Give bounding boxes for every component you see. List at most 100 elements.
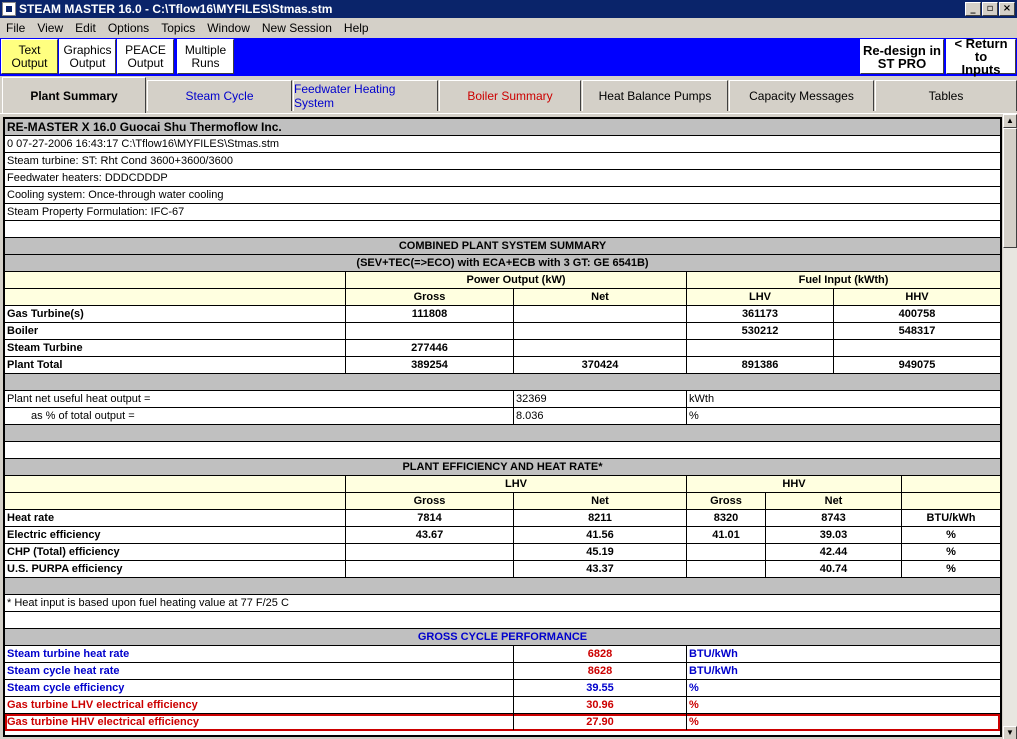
hhv-header: HHV (833, 289, 1000, 305)
table-row: Steam cycle heat rate 8628 BTU/kWh (5, 663, 1000, 680)
row-label: U.S. PURPA efficiency (7, 563, 123, 575)
unit-value: % (901, 544, 1000, 560)
tab-capacity-messages[interactable]: Capacity Messages (729, 80, 874, 111)
graphics-output-button[interactable]: Graphics Output (59, 39, 116, 74)
hhv-gross-value: 8320 (686, 510, 765, 526)
lhv-gross-value (345, 544, 513, 560)
fuel-input-header: Fuel Input (kWth) (686, 272, 1000, 288)
row-label: Electric efficiency (7, 529, 101, 541)
heat-output-unit: kWth (686, 391, 1000, 407)
gross-value (345, 323, 513, 339)
section-title-row: GROSS CYCLE PERFORMANCE (5, 629, 1000, 646)
table-row: Steam Turbine 277446 (5, 340, 1000, 357)
separator-row (5, 425, 1000, 442)
report-steam-turbine: Steam turbine: ST: Rht Cond 3600+3600/36… (7, 155, 233, 167)
hhv-value (833, 340, 1000, 356)
hhv-net-value: 39.03 (765, 527, 901, 543)
report-info-row: Steam turbine: ST: Rht Cond 3600+3600/36… (5, 153, 1000, 170)
content-area: RE-MASTER X 16.0 Guocai Shu Thermoflow I… (0, 113, 1017, 739)
tab-bar: Plant Summary Steam Cycle Feedwater Heat… (0, 77, 1017, 113)
redesign-st-pro-button[interactable]: Re-design in ST PRO (860, 39, 944, 74)
lhv-net-value: 43.37 (513, 561, 686, 577)
lhv-value: 530212 (686, 323, 833, 339)
text-output-button[interactable]: Text Output (1, 39, 58, 74)
report-header-row: RE-MASTER X 16.0 Guocai Shu Thermoflow I… (5, 119, 1000, 136)
app-icon (2, 2, 16, 16)
section-subtitle-row: (SEV+TEC(=>ECO) with ECA+ECB with 3 GT: … (5, 255, 1000, 272)
blank-row (5, 221, 1000, 238)
tab-boiler-summary[interactable]: Boiler Summary (439, 80, 581, 111)
table-subheader-row: Gross Net Gross Net (5, 493, 1000, 510)
power-output-header: Power Output (kW) (345, 272, 686, 288)
menu-window[interactable]: Window (201, 21, 256, 35)
row-label: Plant Total (7, 359, 63, 371)
report-info-row: Steam Property Formulation: IFC-67 (5, 204, 1000, 221)
gross-header: Gross (345, 289, 513, 305)
multiple-runs-button[interactable]: Multiple Runs (177, 39, 234, 74)
menu-edit[interactable]: Edit (69, 21, 102, 35)
menu-view[interactable]: View (31, 21, 69, 35)
net-value: 370424 (513, 357, 686, 373)
row-unit: % (686, 714, 1000, 730)
unit-value: % (901, 527, 1000, 543)
section-title-row: COMBINED PLANT SYSTEM SUMMARY (5, 238, 1000, 255)
row-value: 6828 (513, 646, 686, 662)
separator-row (5, 374, 1000, 391)
pct-output-value: 8.036 (513, 408, 686, 424)
hhv-group-header: HHV (686, 476, 901, 492)
scroll-up-icon[interactable]: ▲ (1003, 114, 1017, 128)
row-value: 8628 (513, 663, 686, 679)
net-value (513, 340, 686, 356)
scroll-down-icon[interactable]: ▼ (1003, 726, 1017, 739)
return-to-inputs-button[interactable]: < Return to Inputs (946, 37, 1016, 76)
close-button[interactable]: × (999, 2, 1015, 16)
hhv-gross-value (686, 561, 765, 577)
report-info-row: 0 07-27-2006 16:43:17 C:\Tflow16\MYFILES… (5, 136, 1000, 153)
vertical-scrollbar[interactable]: ▲ ▼ (1003, 114, 1017, 739)
lhv-net-value: 8211 (513, 510, 686, 526)
report-info-row: Cooling system: Once-through water cooli… (5, 187, 1000, 204)
lhv-gross-value: 43.67 (345, 527, 513, 543)
table-row: Steam cycle efficiency 39.55 % (5, 680, 1000, 697)
hhv-net-value: 42.44 (765, 544, 901, 560)
table-row: Electric efficiency 43.67 41.56 41.01 39… (5, 527, 1000, 544)
row-label: Gas turbine HHV electrical efficiency (7, 716, 199, 728)
tab-feedwater-heating-system[interactable]: Feedwater Heating System (293, 80, 438, 111)
minimize-button[interactable]: _ (965, 2, 981, 16)
menu-file[interactable]: File (0, 21, 31, 35)
row-label: Gas Turbine(s) (7, 308, 84, 320)
heat-output-value: 32369 (513, 391, 686, 407)
toolbar: Text Output Graphics Output PEACE Output… (0, 37, 1017, 76)
combined-summary-title: COMBINED PLANT SYSTEM SUMMARY (398, 240, 607, 252)
table-row: U.S. PURPA efficiency 43.37 40.74 % (5, 561, 1000, 578)
net-header: Net (513, 289, 686, 305)
unit-value: BTU/kWh (901, 510, 1000, 526)
table-row: Gas turbine LHV electrical efficiency 30… (5, 697, 1000, 714)
lhv-value: 361173 (686, 306, 833, 322)
tab-heat-balance-pumps[interactable]: Heat Balance Pumps (582, 80, 728, 111)
lhv-net-value: 41.56 (513, 527, 686, 543)
gross-value: 111808 (345, 306, 513, 322)
peace-output-button[interactable]: PEACE Output (117, 39, 174, 74)
tab-tables[interactable]: Tables (875, 80, 1017, 111)
blank-row (5, 442, 1000, 459)
restore-button[interactable]: ▫ (982, 2, 998, 16)
menu-topics[interactable]: Topics (155, 21, 201, 35)
lhv-gross-value: 7814 (345, 510, 513, 526)
row-label: Steam turbine heat rate (7, 648, 130, 660)
lhv-group-header: LHV (345, 476, 686, 492)
table-row-highlighted[interactable]: Gas turbine HHV electrical efficiency 27… (5, 714, 1000, 731)
row-value: 39.55 (513, 680, 686, 696)
lhv-net-header: Net (513, 493, 686, 509)
report-info-row: Feedwater heaters: DDDCDDDP (5, 170, 1000, 187)
row-label: Steam cycle efficiency (7, 682, 125, 694)
scroll-thumb[interactable] (1003, 128, 1017, 248)
hhv-gross-value: 41.01 (686, 527, 765, 543)
row-unit: % (686, 697, 1000, 713)
window-title: STEAM MASTER 16.0 - C:\Tflow16\MYFILES\S… (19, 2, 333, 16)
menu-help[interactable]: Help (338, 21, 375, 35)
menu-options[interactable]: Options (102, 21, 155, 35)
tab-plant-summary[interactable]: Plant Summary (2, 77, 146, 113)
menu-new-session[interactable]: New Session (256, 21, 338, 35)
tab-steam-cycle[interactable]: Steam Cycle (147, 80, 292, 111)
